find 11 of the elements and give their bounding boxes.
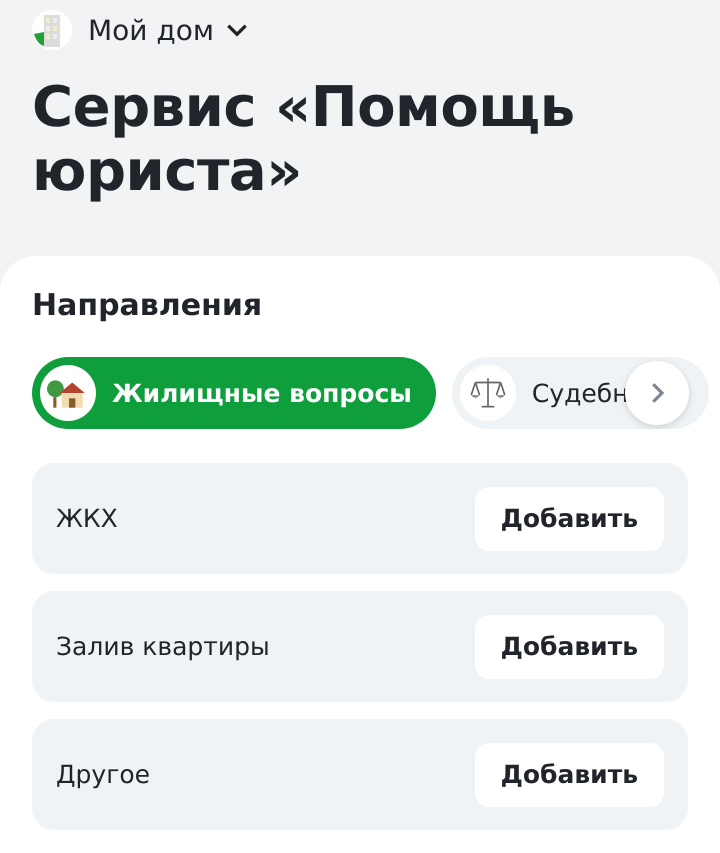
section-title: Направления <box>32 288 264 323</box>
home-selector[interactable]: Мой дом <box>88 14 250 46</box>
row-label: ЖКХ <box>56 504 118 533</box>
building-icon[interactable] <box>32 10 72 50</box>
add-button[interactable]: Добавить <box>474 742 664 806</box>
add-button[interactable]: Добавить <box>474 614 664 678</box>
row-label: Другое <box>56 760 150 789</box>
category-chip[interactable]: Жилищные вопросы <box>32 357 436 429</box>
page-title: Сервис «Помощь юриста» <box>32 76 576 204</box>
add-button[interactable]: Добавить <box>474 486 664 550</box>
row-label: Залив квартиры <box>56 632 270 661</box>
